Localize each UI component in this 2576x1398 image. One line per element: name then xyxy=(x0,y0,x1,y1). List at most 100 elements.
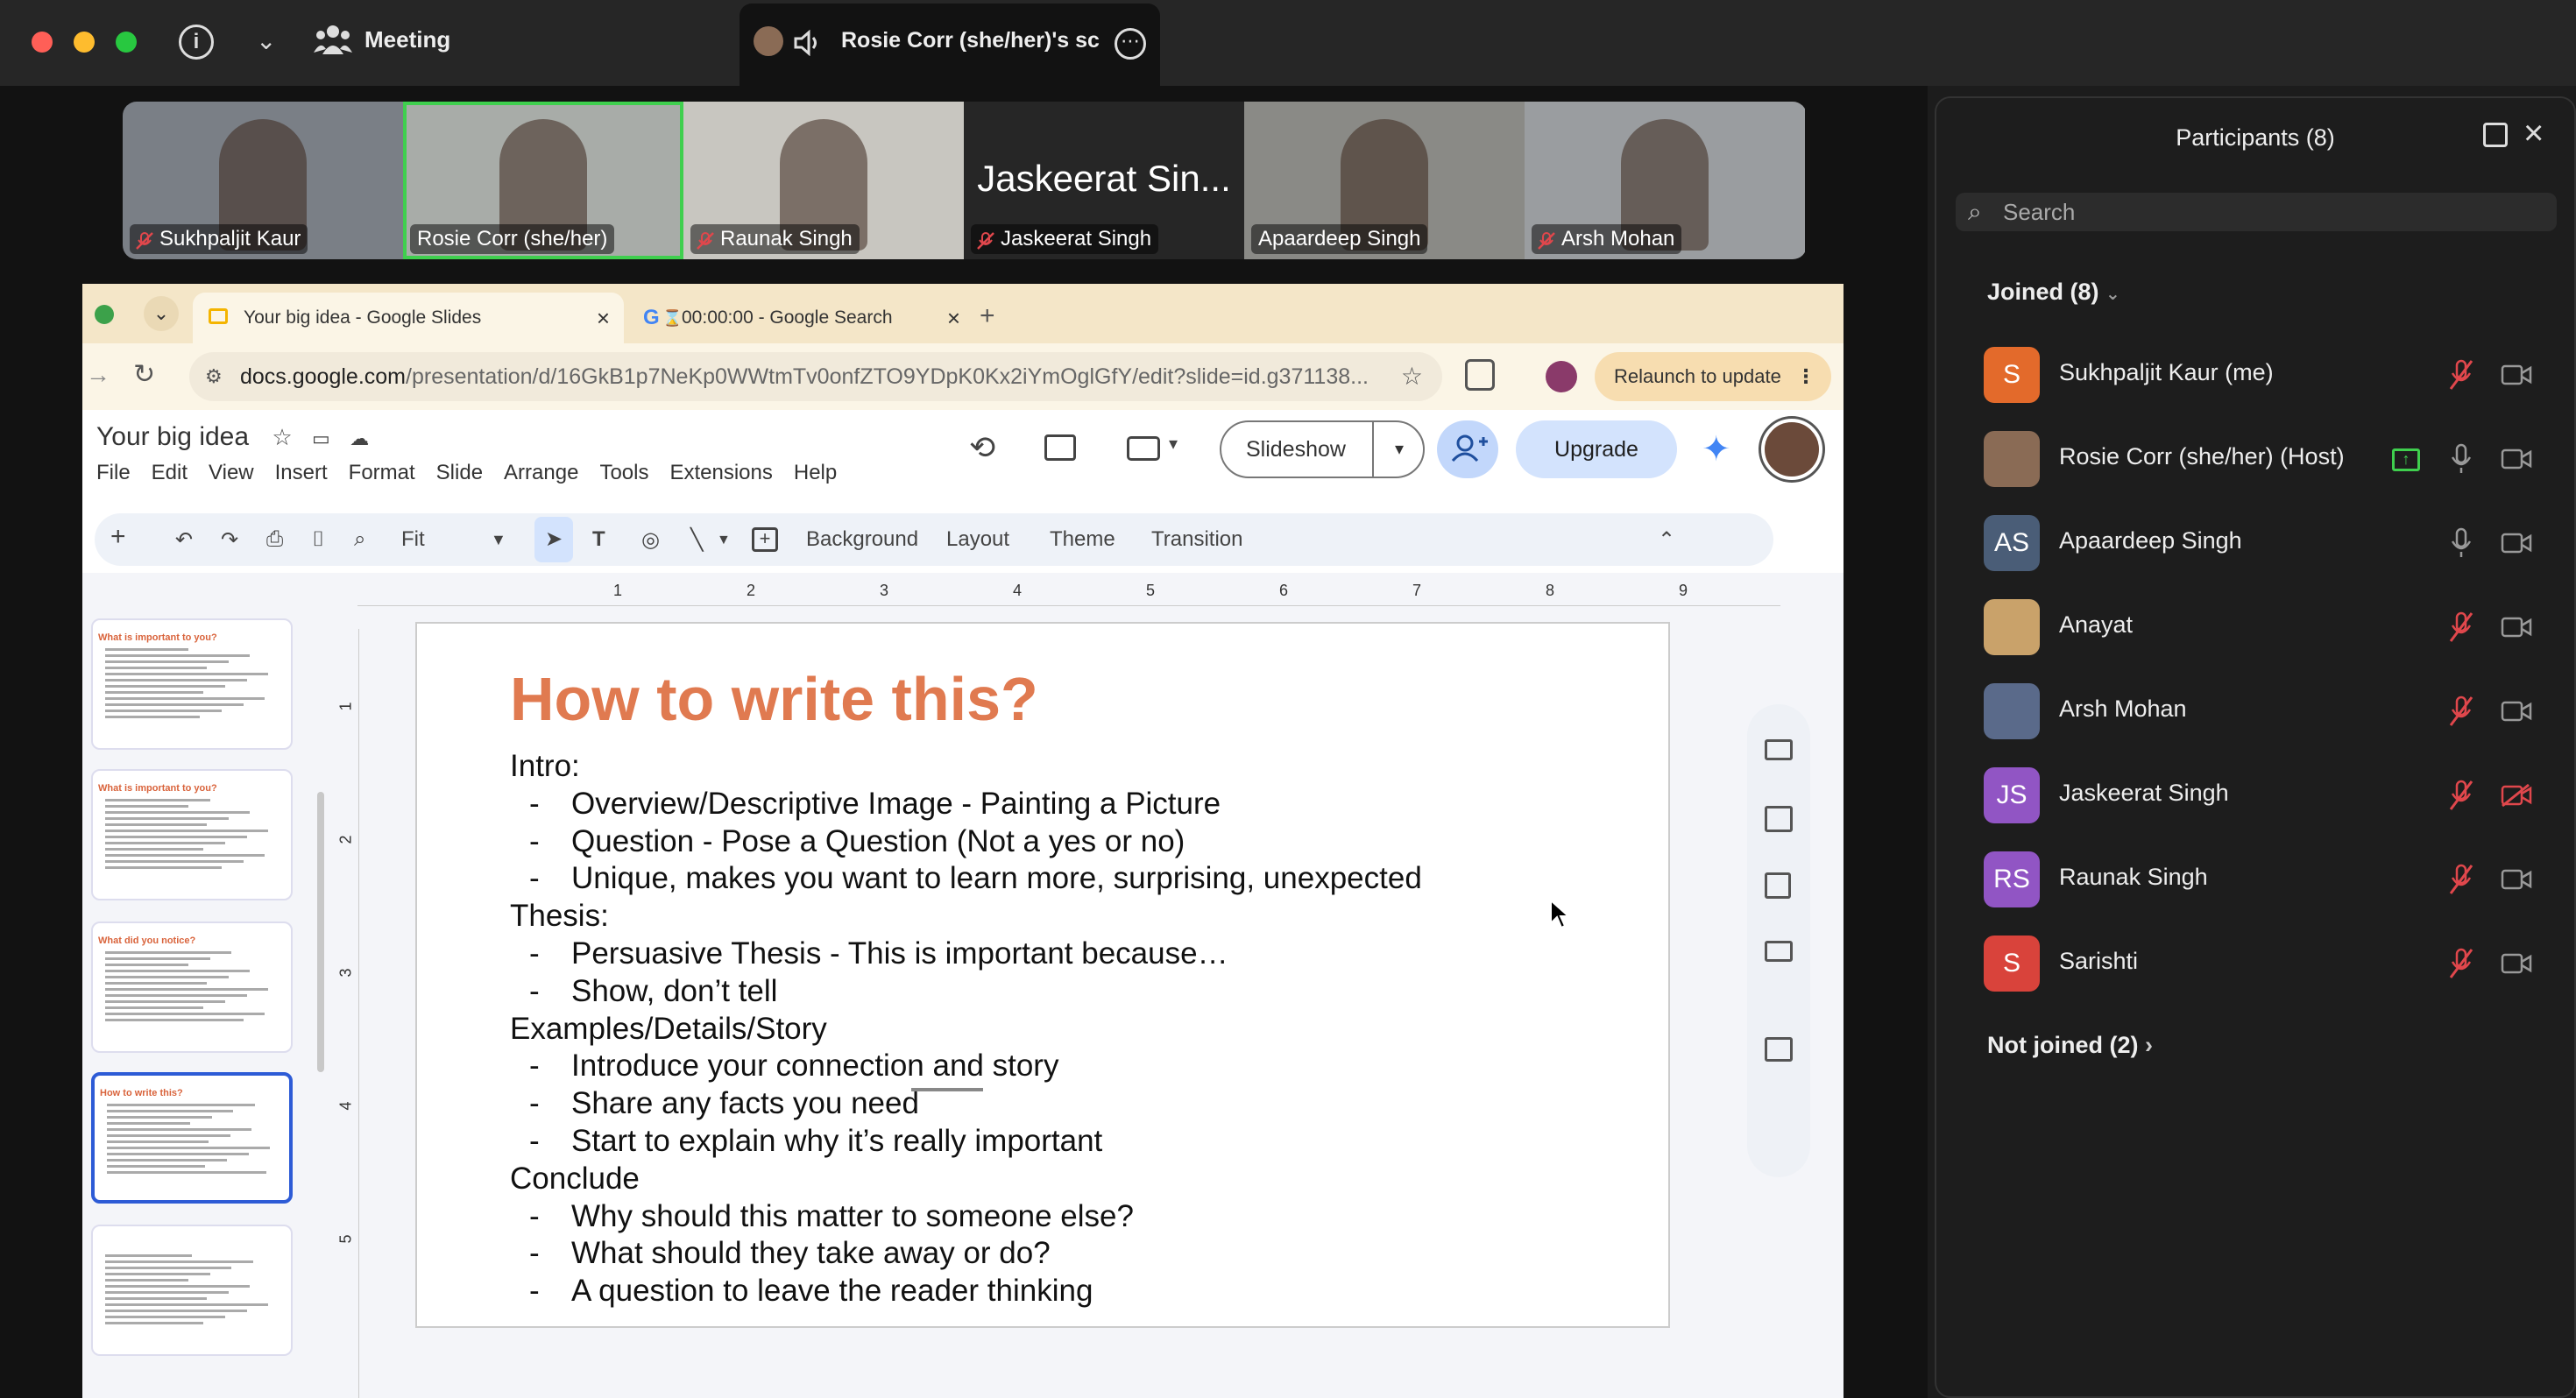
pop-out-icon[interactable] xyxy=(2483,123,2508,147)
redo-icon[interactable]: ↷ xyxy=(221,527,238,553)
line-chevron-icon[interactable]: ▼ xyxy=(717,533,731,548)
account-avatar[interactable] xyxy=(1761,419,1822,480)
close-tab-icon[interactable]: × xyxy=(947,293,960,343)
gemini-icon[interactable]: ✦ xyxy=(1702,429,1731,470)
move-folder-icon[interactable]: ▭ xyxy=(312,427,330,449)
menu-view[interactable]: View xyxy=(209,461,254,485)
menu-help[interactable]: Help xyxy=(794,461,837,485)
menu-tools[interactable]: Tools xyxy=(599,461,648,485)
reload-icon[interactable]: ↻ xyxy=(133,359,155,390)
video-tile[interactable]: Jaskeerat Sin... Jaskeerat Singh xyxy=(964,102,1244,259)
layout-button[interactable]: Layout xyxy=(946,527,1009,552)
share-icon[interactable] xyxy=(1437,420,1498,478)
menu-file[interactable]: File xyxy=(96,461,131,485)
theme-button[interactable]: Theme xyxy=(1050,527,1115,552)
participant-row[interactable]: S Sarishti xyxy=(1984,934,2544,993)
video-tile[interactable]: Apaardeep Singh xyxy=(1244,102,1525,259)
mic-off-icon[interactable] xyxy=(2448,611,2474,643)
paint-format-icon[interactable]: ⌷ xyxy=(312,527,324,552)
slide-thumbnail[interactable]: What is important to you? xyxy=(91,618,293,750)
relaunch-to-update-button[interactable]: Relaunch to update ⋮ xyxy=(1595,352,1831,401)
participant-row[interactable]: Anayat xyxy=(1984,597,2544,657)
camera-icon[interactable] xyxy=(2501,363,2532,387)
maximize-window-button[interactable] xyxy=(116,32,137,53)
chevron-down-icon[interactable]: ▾ xyxy=(1169,433,1178,455)
mic-icon[interactable] xyxy=(2448,443,2474,475)
chevron-down-icon[interactable]: ⌄ xyxy=(256,26,276,55)
add-panel-icon[interactable] xyxy=(1765,1037,1793,1062)
filmstrip-scrollbar[interactable] xyxy=(317,792,324,1072)
participant-row[interactable]: Arsh Mohan xyxy=(1984,681,2544,741)
new-slide-icon[interactable]: + xyxy=(110,522,126,552)
camera-icon[interactable] xyxy=(2501,951,2532,976)
image-insert-icon[interactable] xyxy=(1765,872,1791,899)
slide-body[interactable]: Intro: - Overview/Descriptive Image - Pain… xyxy=(510,748,1422,1310)
close-window-button[interactable] xyxy=(32,32,53,53)
close-icon[interactable]: × xyxy=(2523,114,2544,153)
undo-icon[interactable]: ↶ xyxy=(175,527,193,553)
menu-arrange[interactable]: Arrange xyxy=(504,461,578,485)
slide-thumbnail[interactable]: What did you notice? xyxy=(91,921,293,1053)
slideshow-button[interactable]: Slideshow ▾ xyxy=(1220,420,1425,478)
transition-button[interactable]: Transition xyxy=(1151,527,1242,552)
camera-icon[interactable] xyxy=(2501,867,2532,892)
mic-off-icon[interactable] xyxy=(2448,864,2474,895)
slide-canvas[interactable]: How to write this? Intro: - Overview/Descr… xyxy=(415,622,1670,1328)
menu-format[interactable]: Format xyxy=(349,461,415,485)
extensions-icon[interactable] xyxy=(1465,359,1495,391)
menu-extensions[interactable]: Extensions xyxy=(669,461,772,485)
slide-thumbnail[interactable] xyxy=(91,1225,293,1356)
profile-avatar[interactable] xyxy=(1546,361,1577,392)
slide-title[interactable]: How to write this? xyxy=(510,664,1038,734)
mic-icon[interactable] xyxy=(2448,527,2474,559)
video-tile[interactable]: Sukhpaljit Kaur xyxy=(123,102,403,259)
zoom-icon[interactable]: ⌕ xyxy=(354,527,365,552)
participant-row[interactable]: S Sukhpaljit Kaur (me) xyxy=(1984,345,2544,405)
participant-row[interactable]: JS Jaskeerat Singh xyxy=(1984,766,2544,825)
camera-icon[interactable] xyxy=(2501,699,2532,724)
menu-slide[interactable]: Slide xyxy=(436,461,483,485)
version-history-icon[interactable]: ⟲ xyxy=(969,429,995,466)
slide-thumbnail[interactable]: How to write this? xyxy=(91,1072,293,1204)
participant-row[interactable]: AS Apaardeep Singh xyxy=(1984,513,2544,573)
screen-share-tab[interactable]: Rosie Corr (she/her)'s sc ⋯ xyxy=(740,4,1160,89)
background-button[interactable]: Background xyxy=(806,527,918,552)
participant-search-input[interactable]: ⌕ Search xyxy=(1956,193,2557,231)
not-joined-section-toggle[interactable]: Not joined (2) › xyxy=(1987,1032,2153,1059)
comment-add-icon[interactable]: + xyxy=(752,527,778,552)
camera-icon[interactable] xyxy=(2501,531,2532,555)
zoom-chevron-icon[interactable]: ▼ xyxy=(491,531,506,549)
mic-off-icon[interactable] xyxy=(2448,695,2474,727)
select-cursor-icon[interactable]: ➤ xyxy=(534,517,573,562)
meeting-label[interactable]: Meeting xyxy=(364,26,450,53)
meeting-info-icon[interactable]: i xyxy=(179,25,214,60)
video-tile[interactable]: Arsh Mohan xyxy=(1525,102,1805,259)
video-tile[interactable]: Rosie Corr (she/her) xyxy=(403,102,683,259)
camera-icon[interactable] xyxy=(2501,447,2532,471)
menu-edit[interactable]: Edit xyxy=(152,461,188,485)
forward-icon[interactable]: → xyxy=(86,361,110,389)
tab-search-icon[interactable]: ⌄ xyxy=(144,296,179,331)
more-options-icon[interactable]: ⋯ xyxy=(1115,28,1146,60)
new-tab-button[interactable]: + xyxy=(980,301,995,331)
resize-handle[interactable] xyxy=(911,1088,983,1091)
star-icon[interactable]: ☆ xyxy=(272,424,292,450)
image-shape-icon[interactable]: ◎ xyxy=(641,527,660,553)
video-tile[interactable]: Raunak Singh xyxy=(683,102,964,259)
participant-row[interactable]: Rosie Corr (she/her) (Host) ↑ xyxy=(1984,429,2544,489)
close-tab-icon[interactable]: × xyxy=(597,293,610,343)
slide-thumbnail[interactable]: What is important to you? xyxy=(91,769,293,900)
mic-off-icon[interactable] xyxy=(2448,780,2474,811)
joined-section-toggle[interactable]: Joined (8) ⌄ xyxy=(1987,279,2120,306)
camera-icon[interactable] xyxy=(2501,615,2532,639)
collapse-toolbar-icon[interactable]: ⌃ xyxy=(1658,527,1675,553)
participant-row[interactable]: RS Raunak Singh xyxy=(1984,850,2544,909)
window-dot-icon[interactable] xyxy=(95,305,114,324)
camera-off-icon[interactable] xyxy=(2501,783,2532,808)
text-box-icon[interactable]: T xyxy=(592,527,605,552)
document-title[interactable]: Your big idea ☆ ▭ ☁ xyxy=(96,422,369,452)
folder-icon[interactable] xyxy=(1765,941,1793,962)
bookmark-star-icon[interactable]: ☆ xyxy=(1393,352,1423,401)
upgrade-button[interactable]: Upgrade xyxy=(1516,420,1677,478)
tab-google-search[interactable]: G ⌛ 00:00:00 - Google Search × xyxy=(627,293,978,343)
